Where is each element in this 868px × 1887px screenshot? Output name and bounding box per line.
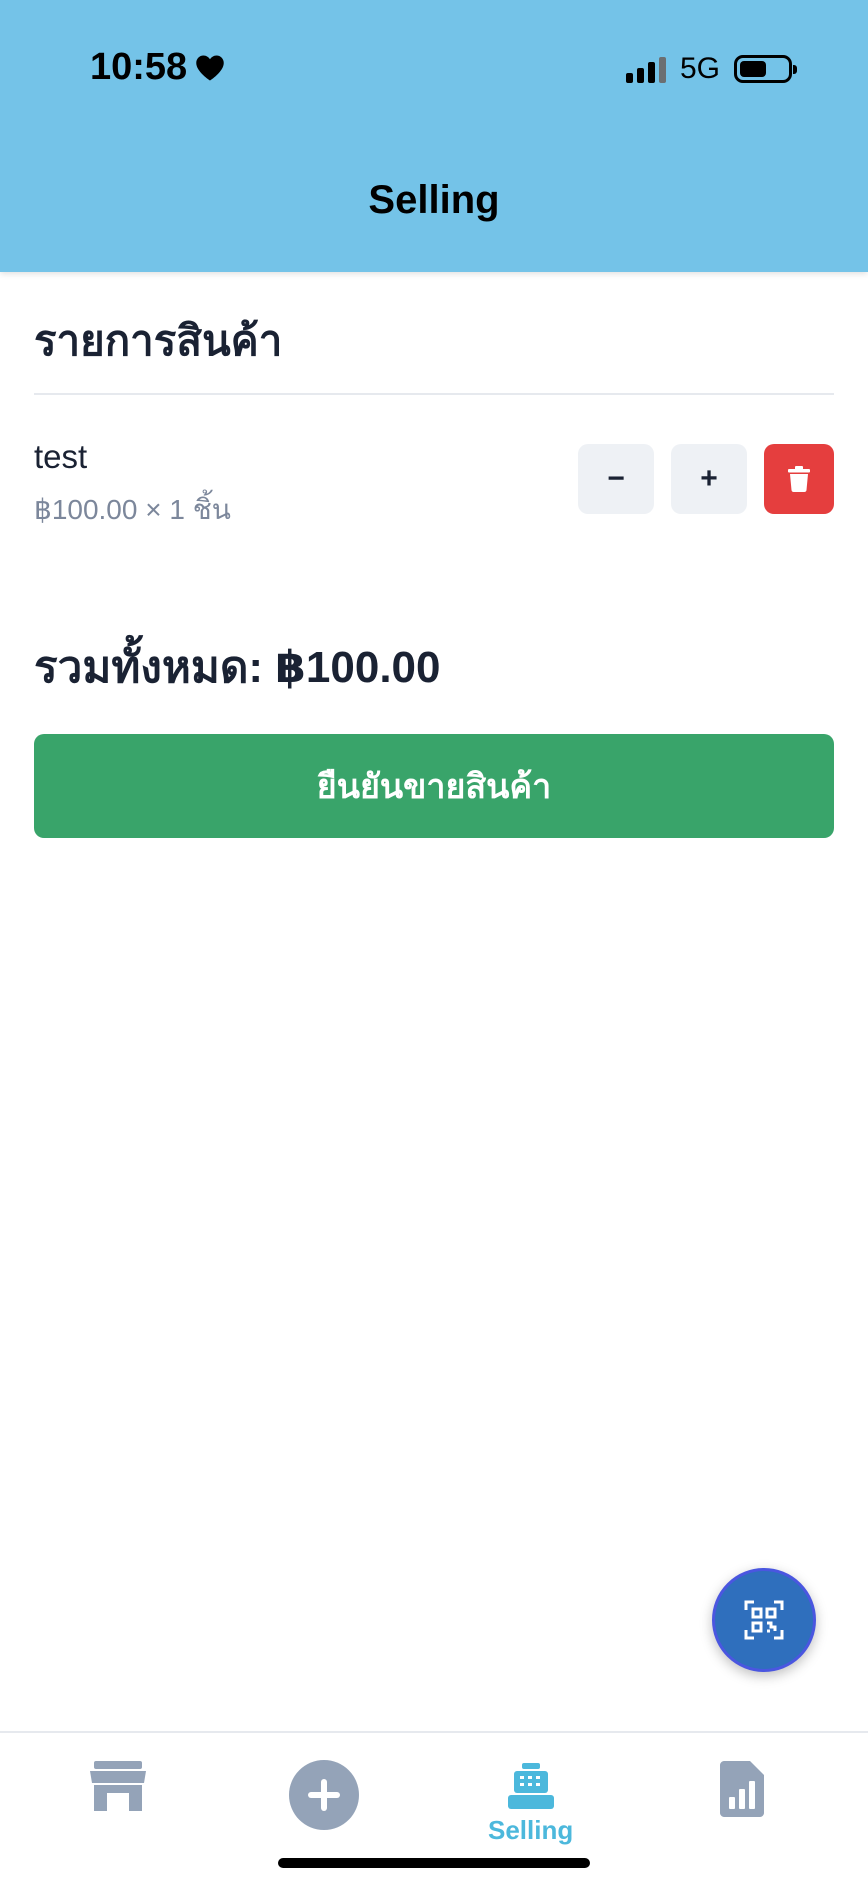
cart-section-title: รายการสินค้า (34, 317, 283, 364)
cart-total: รวมทั้งหมด: ฿100.00 (34, 643, 441, 692)
increase-quantity-button[interactable]: + (671, 444, 747, 514)
item-price-quantity: ฿100.00 × 1 ชิ้น (34, 494, 231, 525)
tab-report[interactable] (720, 1761, 764, 1817)
qr-scan-icon (744, 1600, 784, 1640)
cash-register-icon (507, 1763, 554, 1809)
report-chart-icon (720, 1761, 764, 1817)
battery-icon (734, 55, 797, 83)
scan-qr-button[interactable] (712, 1568, 816, 1672)
tab-selling[interactable]: Selling (488, 1763, 573, 1846)
section-divider (34, 393, 834, 395)
decrease-quantity-button[interactable]: − (578, 444, 654, 514)
network-type: 5G (679, 52, 720, 85)
home-indicator (278, 1858, 590, 1868)
tab-add-product[interactable] (288, 1759, 360, 1831)
status-indicators: 5G (625, 52, 797, 86)
store-icon (90, 1761, 146, 1811)
delete-item-button[interactable] (764, 444, 834, 514)
page-title: Selling (368, 178, 500, 222)
trash-icon (788, 466, 810, 492)
heart-icon (196, 55, 224, 80)
tab-selling-label: Selling (488, 1815, 574, 1845)
status-time-text: 10:58 (90, 46, 188, 88)
cellular-signal-icon (625, 55, 666, 83)
status-time: 10:58 (90, 46, 225, 89)
item-name: test (34, 438, 88, 475)
confirm-sale-button[interactable]: ยืนยันขายสินค้า (34, 734, 834, 838)
app-header: 10:58 5G Selling (0, 0, 868, 272)
tab-store[interactable] (90, 1761, 146, 1811)
add-circle-icon (289, 1760, 359, 1830)
